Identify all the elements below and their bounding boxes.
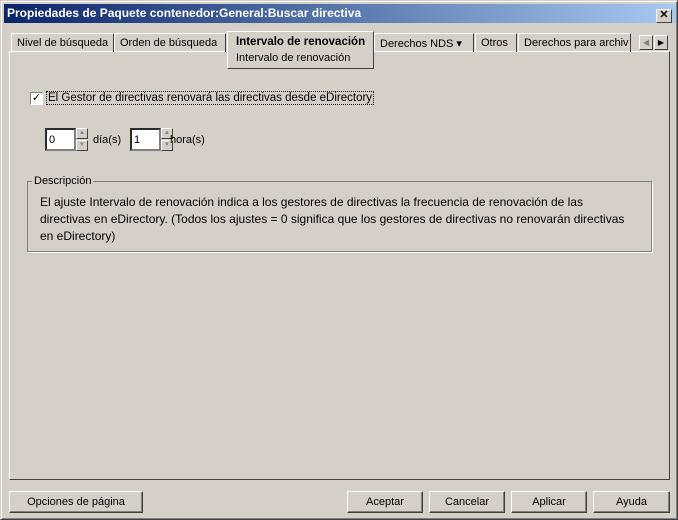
page-options-button[interactable]: Opciones de página [9, 491, 143, 513]
tab-label: Intervalo de renovación [236, 36, 366, 48]
description-text: El ajuste Intervalo de renovación indica… [40, 195, 625, 243]
tab-scroll-left-button[interactable]: ◀ [639, 35, 653, 50]
tab-otros[interactable]: Otros [475, 33, 517, 52]
days-down-button[interactable]: ▼ [76, 140, 88, 151]
accept-button[interactable]: Aceptar [347, 491, 423, 513]
tab-scroll-right-button[interactable]: ▶ [654, 35, 668, 50]
help-button[interactable]: Ayuda [593, 491, 670, 513]
subtab-intervalo-renovacion[interactable]: Intervalo de renovación [236, 52, 365, 64]
days-up-button[interactable]: ▲ [76, 128, 88, 139]
dialog-window: Propiedades de Paquete contenedor:Genera… [0, 0, 678, 520]
window-title: Propiedades de Paquete contenedor:Genera… [7, 6, 362, 20]
days-spinner[interactable]: ▲ ▼ [45, 128, 89, 151]
cancel-button[interactable]: Cancelar [429, 491, 505, 513]
tab-intervalo-renovacion[interactable]: Intervalo de renovación Intervalo de ren… [227, 31, 374, 69]
description-legend: Descripción [32, 175, 94, 187]
hours-input[interactable] [130, 128, 161, 151]
tab-orden-busqueda[interactable]: Orden de búsqueda [114, 33, 226, 52]
hours-spinner[interactable]: ▲ ▼ [130, 128, 174, 151]
renew-checkbox-label[interactable]: El Gestor de directivas renovará las dir… [46, 91, 375, 105]
renew-checkbox[interactable]: ✓ [30, 92, 43, 105]
days-input[interactable] [45, 128, 76, 151]
tab-panel [9, 51, 670, 480]
tab-derechos-archivos[interactable]: Derechos para archiv [518, 33, 631, 52]
description-group: Descripción El ajuste Intervalo de renov… [27, 175, 652, 252]
close-button[interactable]: ✕ [656, 9, 672, 23]
days-label: día(s) [93, 134, 122, 146]
tab-derechos-nds[interactable]: Derechos NDS ▾ [374, 33, 474, 52]
apply-button[interactable]: Aplicar [511, 491, 587, 513]
tab-nivel-busqueda[interactable]: Nivel de búsqueda [11, 33, 114, 52]
hours-label: hora(s) [170, 134, 205, 146]
title-bar: Propiedades de Paquete contenedor:Genera… [4, 4, 676, 23]
